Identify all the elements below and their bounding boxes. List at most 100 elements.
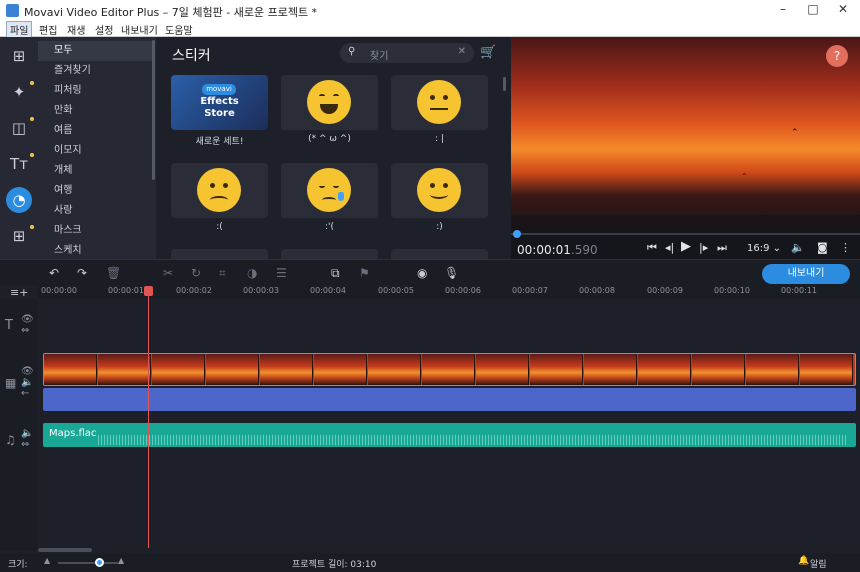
close-button[interactable]: ✕	[829, 2, 857, 19]
ruler-tick: 00:00:04	[310, 286, 346, 295]
overlay-icon[interactable]: ⧉	[331, 266, 340, 281]
cart-icon[interactable]: 🛒	[480, 45, 496, 60]
visibility-icon[interactable]: 👁	[21, 314, 34, 325]
titles-icon[interactable]: Tт	[6, 151, 32, 177]
category-sketch[interactable]: 스케치	[38, 241, 152, 259]
category-love[interactable]: 사랑	[38, 201, 152, 221]
clip-thumbnail	[314, 354, 367, 385]
zoom-slider[interactable]	[58, 562, 118, 564]
promo-line1: Effects	[200, 96, 239, 107]
more-tools-icon[interactable]: ⊞	[6, 223, 32, 249]
timeline-scrollbar[interactable]	[38, 548, 92, 552]
preview-progress-bar[interactable]	[511, 233, 860, 235]
playhead[interactable]	[148, 286, 149, 548]
category-objects[interactable]: 개체	[38, 161, 152, 181]
volume-icon[interactable]: 🔈	[21, 377, 33, 388]
sticker-sad[interactable]	[171, 163, 268, 218]
category-mask[interactable]: 마스크	[38, 221, 152, 241]
clip-audio-track[interactable]	[43, 388, 856, 411]
sticker-smile[interactable]	[391, 163, 488, 218]
volume-icon[interactable]: 🔈	[791, 241, 805, 254]
transitions-icon[interactable]: ◫	[6, 115, 32, 141]
sticker-partial[interactable]	[281, 249, 378, 259]
more-icon[interactable]: ⋮	[840, 241, 851, 254]
neutral-emoji-icon	[417, 80, 461, 124]
category-featured[interactable]: 피처링	[38, 81, 152, 101]
bell-icon[interactable]: 🔔	[798, 556, 809, 566]
snapshot-icon[interactable]: ◙	[817, 241, 828, 254]
ruler-tick: 00:00:10	[714, 286, 750, 295]
export-button[interactable]: 내보내기	[762, 264, 850, 284]
video-clip[interactable]	[43, 353, 856, 386]
menu-playback[interactable]: 재생	[64, 22, 88, 37]
category-travel[interactable]: 여행	[38, 181, 152, 201]
clip-thumbnail	[206, 354, 259, 385]
stickers-icon[interactable]: ◔	[6, 187, 32, 213]
sticker-partial[interactable]	[171, 249, 268, 259]
category-all[interactable]: 모두	[38, 41, 152, 61]
webcam-icon[interactable]: ◉	[417, 266, 427, 280]
music-clip[interactable]: Maps.flac	[43, 423, 856, 447]
zoom-in-icon[interactable]: ▲	[118, 556, 124, 565]
playhead-handle[interactable]	[144, 286, 153, 296]
zoom-label: 크기:	[8, 560, 28, 570]
clear-icon[interactable]: ✕	[458, 46, 466, 57]
menu-file[interactable]: 파일	[5, 21, 33, 38]
redo-icon[interactable]: ↷	[77, 266, 87, 280]
aspect-ratio-select[interactable]: 16:9 ⌄	[747, 243, 781, 254]
sticker-happy[interactable]	[281, 75, 378, 130]
menu-export[interactable]: 내보내기	[118, 22, 161, 37]
color-adjust-icon[interactable]: ◑	[247, 266, 257, 280]
prev-frame-icon[interactable]: ◂|	[665, 241, 674, 254]
zoom-out-icon[interactable]: ▲	[44, 556, 50, 565]
maximize-button[interactable]: □	[799, 2, 827, 19]
category-emoji[interactable]: 이모지	[38, 141, 152, 161]
category-cartoon[interactable]: 만화	[38, 101, 152, 121]
magic-wand-icon[interactable]: ✦	[6, 79, 32, 105]
menu-help[interactable]: 도움말	[162, 22, 196, 37]
marker-icon[interactable]: ⚑	[359, 266, 370, 280]
skip-end-icon[interactable]: ⏭	[717, 241, 727, 255]
volume-icon[interactable]: 🔈	[21, 428, 33, 439]
clip-properties-icon[interactable]: ☰	[276, 266, 287, 280]
search-input[interactable]: ⚲ 찾기 ✕	[340, 43, 474, 63]
import-icon[interactable]: ⊞	[6, 43, 32, 69]
timeline-toolbar: ↶ ↷ 🗑 ✂ ↻ ⌗ ◑ ☰ ⧉ ⚑ ◉ 🎙 내보내기	[0, 259, 860, 286]
undo-icon[interactable]: ↶	[49, 266, 59, 280]
app-icon	[6, 4, 19, 17]
sticker-partial[interactable]	[391, 249, 488, 259]
alerts-label[interactable]: 알림	[810, 557, 827, 570]
delete-icon[interactable]: 🗑	[106, 266, 121, 280]
help-button[interactable]: ?	[826, 45, 848, 67]
sticker-panel: 스티커 ⚲ 찾기 ✕ 🛒 movavi Effects Store 새로운 세트…	[158, 37, 510, 259]
category-list: 모두 즐겨찾기 피처링 만화 여름 이모지 개체 여행 사랑 마스크 스케치	[38, 37, 156, 259]
rotate-icon[interactable]: ↻	[191, 266, 201, 280]
category-summer[interactable]: 여름	[38, 121, 152, 141]
category-favorites[interactable]: 즐겨찾기	[38, 61, 152, 81]
link-icon[interactable]: ←	[21, 388, 29, 399]
preview-scrubber[interactable]	[513, 230, 521, 238]
microphone-icon[interactable]: 🎙	[444, 266, 459, 280]
sticker-crying[interactable]	[281, 163, 378, 218]
crop-icon[interactable]: ⌗	[219, 266, 226, 281]
sticker-scrollbar[interactable]	[503, 77, 506, 91]
ruler-tick: 00:00:02	[176, 286, 212, 295]
link-icon[interactable]: ⇔	[21, 439, 29, 450]
sticker-neutral[interactable]	[391, 75, 488, 130]
menu-edit[interactable]: 편집	[36, 22, 60, 37]
zoom-slider-knob[interactable]	[95, 558, 104, 567]
skip-start-icon[interactable]: ⏮	[647, 241, 657, 255]
minimize-button[interactable]: –	[769, 2, 797, 19]
cut-icon[interactable]: ✂	[163, 266, 173, 280]
visibility-icon[interactable]: 👁	[21, 366, 34, 377]
menu-settings[interactable]: 설정	[92, 22, 116, 37]
play-icon[interactable]: ▶	[681, 239, 691, 254]
ruler-tick: 00:00:06	[445, 286, 481, 295]
timeline-ruler[interactable]: 00:00:00 00:00:01 00:00:02 00:00:03 00:0…	[38, 286, 860, 299]
add-track-icon[interactable]: ≡+	[10, 286, 28, 299]
effects-store-card[interactable]: movavi Effects Store	[171, 75, 268, 130]
link-icon[interactable]: ⇔	[21, 325, 29, 336]
window-title: Movavi Video Editor Plus – 7일 체험판 - 새로운 …	[24, 6, 318, 19]
category-scrollbar[interactable]	[152, 40, 155, 180]
next-frame-icon[interactable]: |▸	[699, 241, 708, 254]
